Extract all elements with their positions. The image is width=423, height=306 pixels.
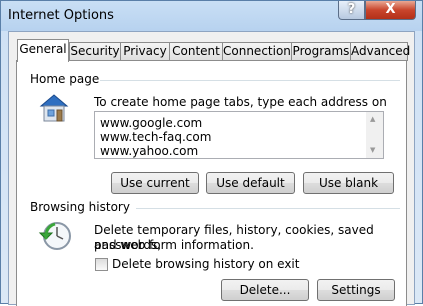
tab-advanced[interactable]: Advanced: [350, 42, 410, 61]
history-clock-icon: [37, 219, 73, 253]
home-page-url: www.tech-faq.com: [100, 130, 212, 144]
home-page-group-label: Home page: [30, 72, 100, 86]
tab-privacy[interactable]: Privacy: [120, 42, 170, 61]
title-bar: Internet Options ? X: [1, 1, 422, 31]
browsing-history-divider: [136, 208, 400, 209]
internet-options-window: Internet Options ? X General Security Pr…: [0, 0, 423, 306]
scroll-up-arrow-icon[interactable]: ▲: [370, 115, 375, 123]
browsing-history-group-label: Browsing history: [30, 200, 130, 214]
tab-programs[interactable]: Programs: [291, 42, 351, 61]
use-blank-button[interactable]: Use blank: [303, 172, 394, 194]
browsing-history-description-line2: and web form information.: [94, 238, 254, 252]
delete-button[interactable]: Delete...: [221, 279, 309, 301]
use-current-button[interactable]: Use current: [111, 172, 199, 194]
urls-scrollbar[interactable]: ▲ ▼: [366, 112, 383, 158]
home-icon: [37, 91, 71, 125]
help-button[interactable]: ?: [338, 1, 365, 20]
close-button[interactable]: X: [365, 1, 416, 20]
tab-connections[interactable]: Connections: [222, 42, 297, 61]
home-page-url: www.yahoo.com: [100, 144, 199, 158]
tab-content[interactable]: Content: [169, 42, 223, 61]
scroll-down-arrow-icon[interactable]: ▼: [370, 146, 375, 154]
window-title: Internet Options: [8, 8, 114, 23]
general-tab-page: Home page To create home page tabs, type…: [16, 60, 407, 306]
tab-general[interactable]: General: [17, 39, 69, 62]
dialog-client-area: General Security Privacy Content Connect…: [8, 31, 415, 306]
home-page-divider: [100, 80, 400, 81]
delete-history-on-exit-checkbox[interactable]: [95, 258, 108, 271]
home-page-urls-textarea[interactable]: www.google.com www.tech-faq.com www.yaho…: [94, 111, 384, 159]
delete-history-on-exit-label[interactable]: Delete browsing history on exit: [112, 257, 299, 272]
home-page-url: www.google.com: [100, 116, 203, 130]
tab-security[interactable]: Security: [69, 42, 121, 61]
settings-button[interactable]: Settings: [317, 279, 395, 301]
use-default-button[interactable]: Use default: [206, 172, 295, 194]
